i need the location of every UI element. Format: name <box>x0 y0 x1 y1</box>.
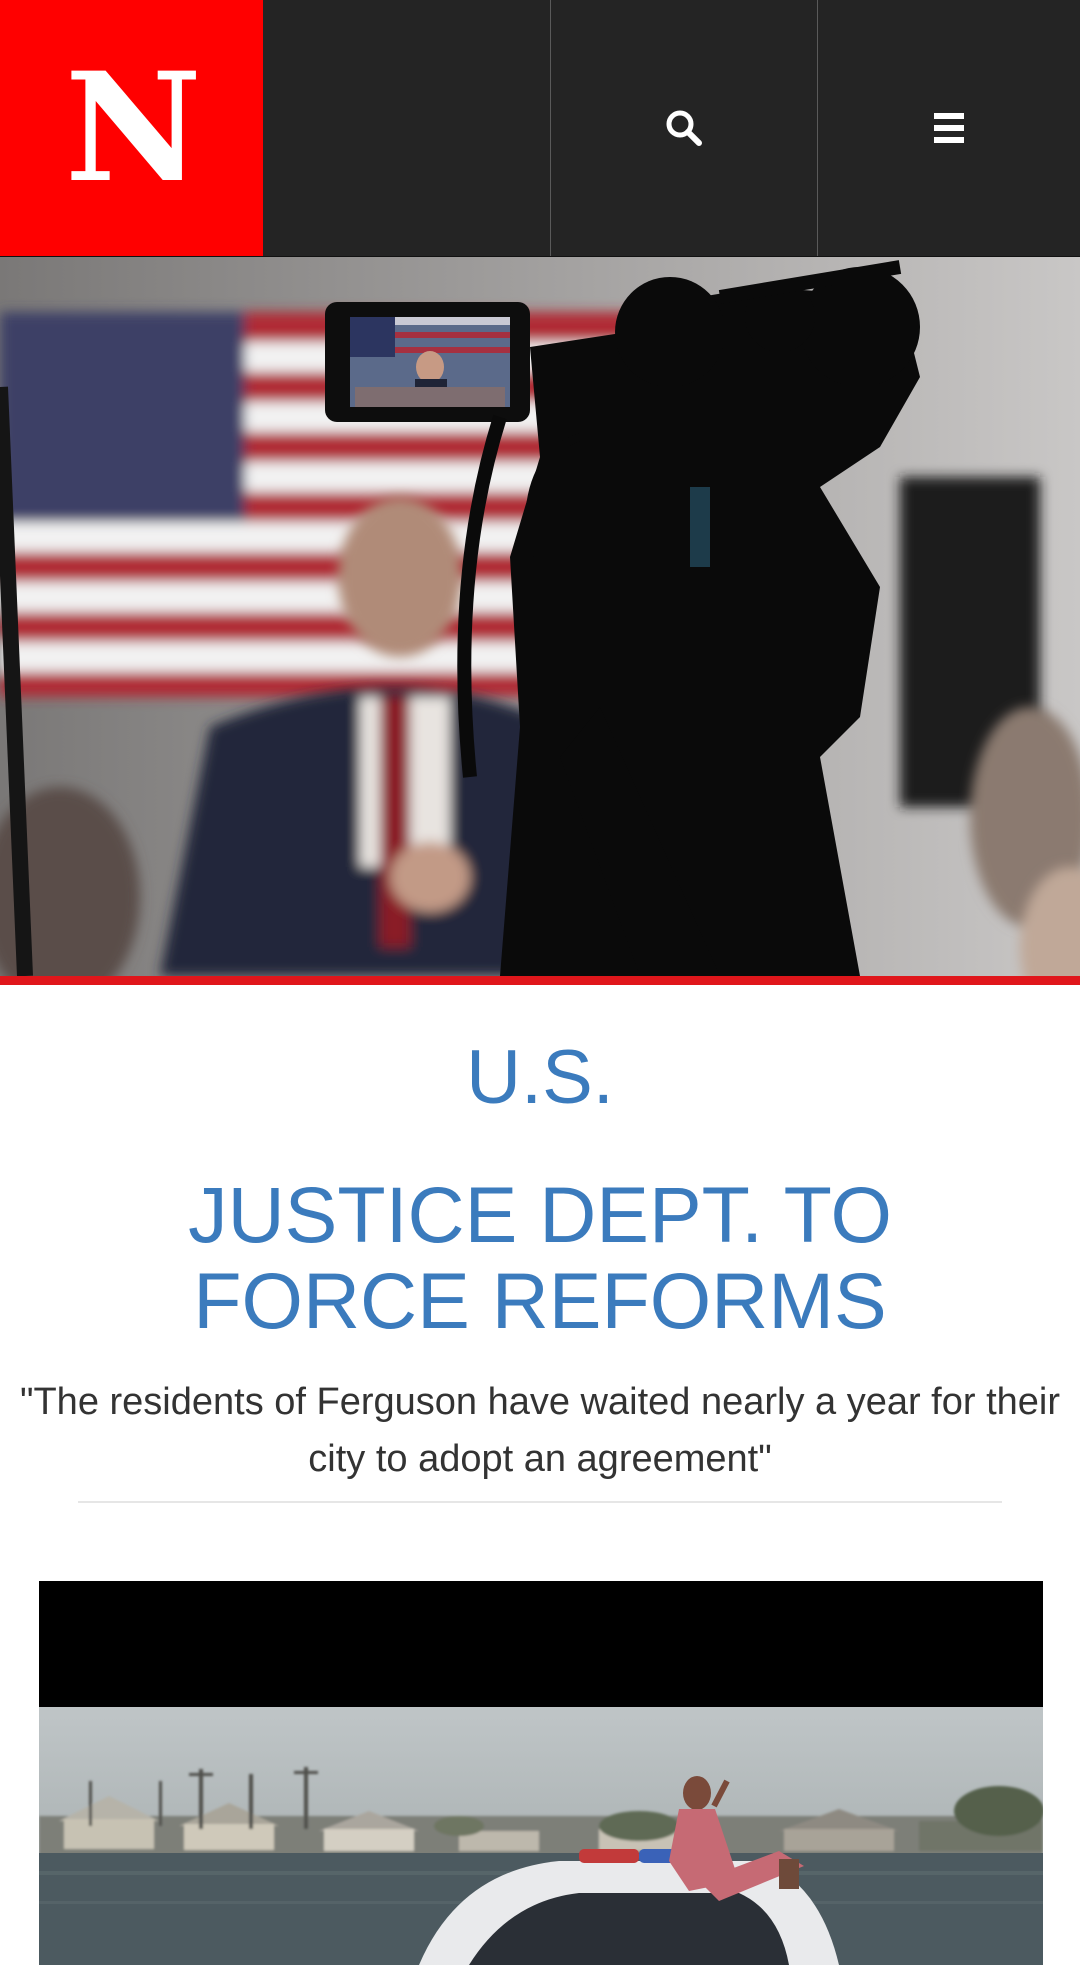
hero-photo <box>0 257 1080 976</box>
section-label[interactable]: U.S. <box>0 1030 1080 1126</box>
headline[interactable]: JUSTICE DEPT. TO FORCE REFORMS <box>60 1172 1020 1344</box>
site-header: N <box>0 0 1080 257</box>
search-button[interactable] <box>551 0 819 256</box>
search-icon <box>666 110 703 146</box>
video-still <box>39 1581 1043 1965</box>
hero-image[interactable] <box>0 257 1080 976</box>
header-spacer <box>263 0 552 256</box>
menu-button[interactable] <box>818 0 1080 256</box>
video-player[interactable] <box>39 1581 1043 1965</box>
hero-accent-bar <box>0 976 1080 985</box>
site-logo[interactable]: N <box>0 0 263 256</box>
hamburger-menu-icon <box>934 113 965 143</box>
logo-letter: N <box>64 40 202 216</box>
divider <box>78 1501 1002 1503</box>
article-dek: "The residents of Ferguson have waited n… <box>19 1381 1061 1480</box>
